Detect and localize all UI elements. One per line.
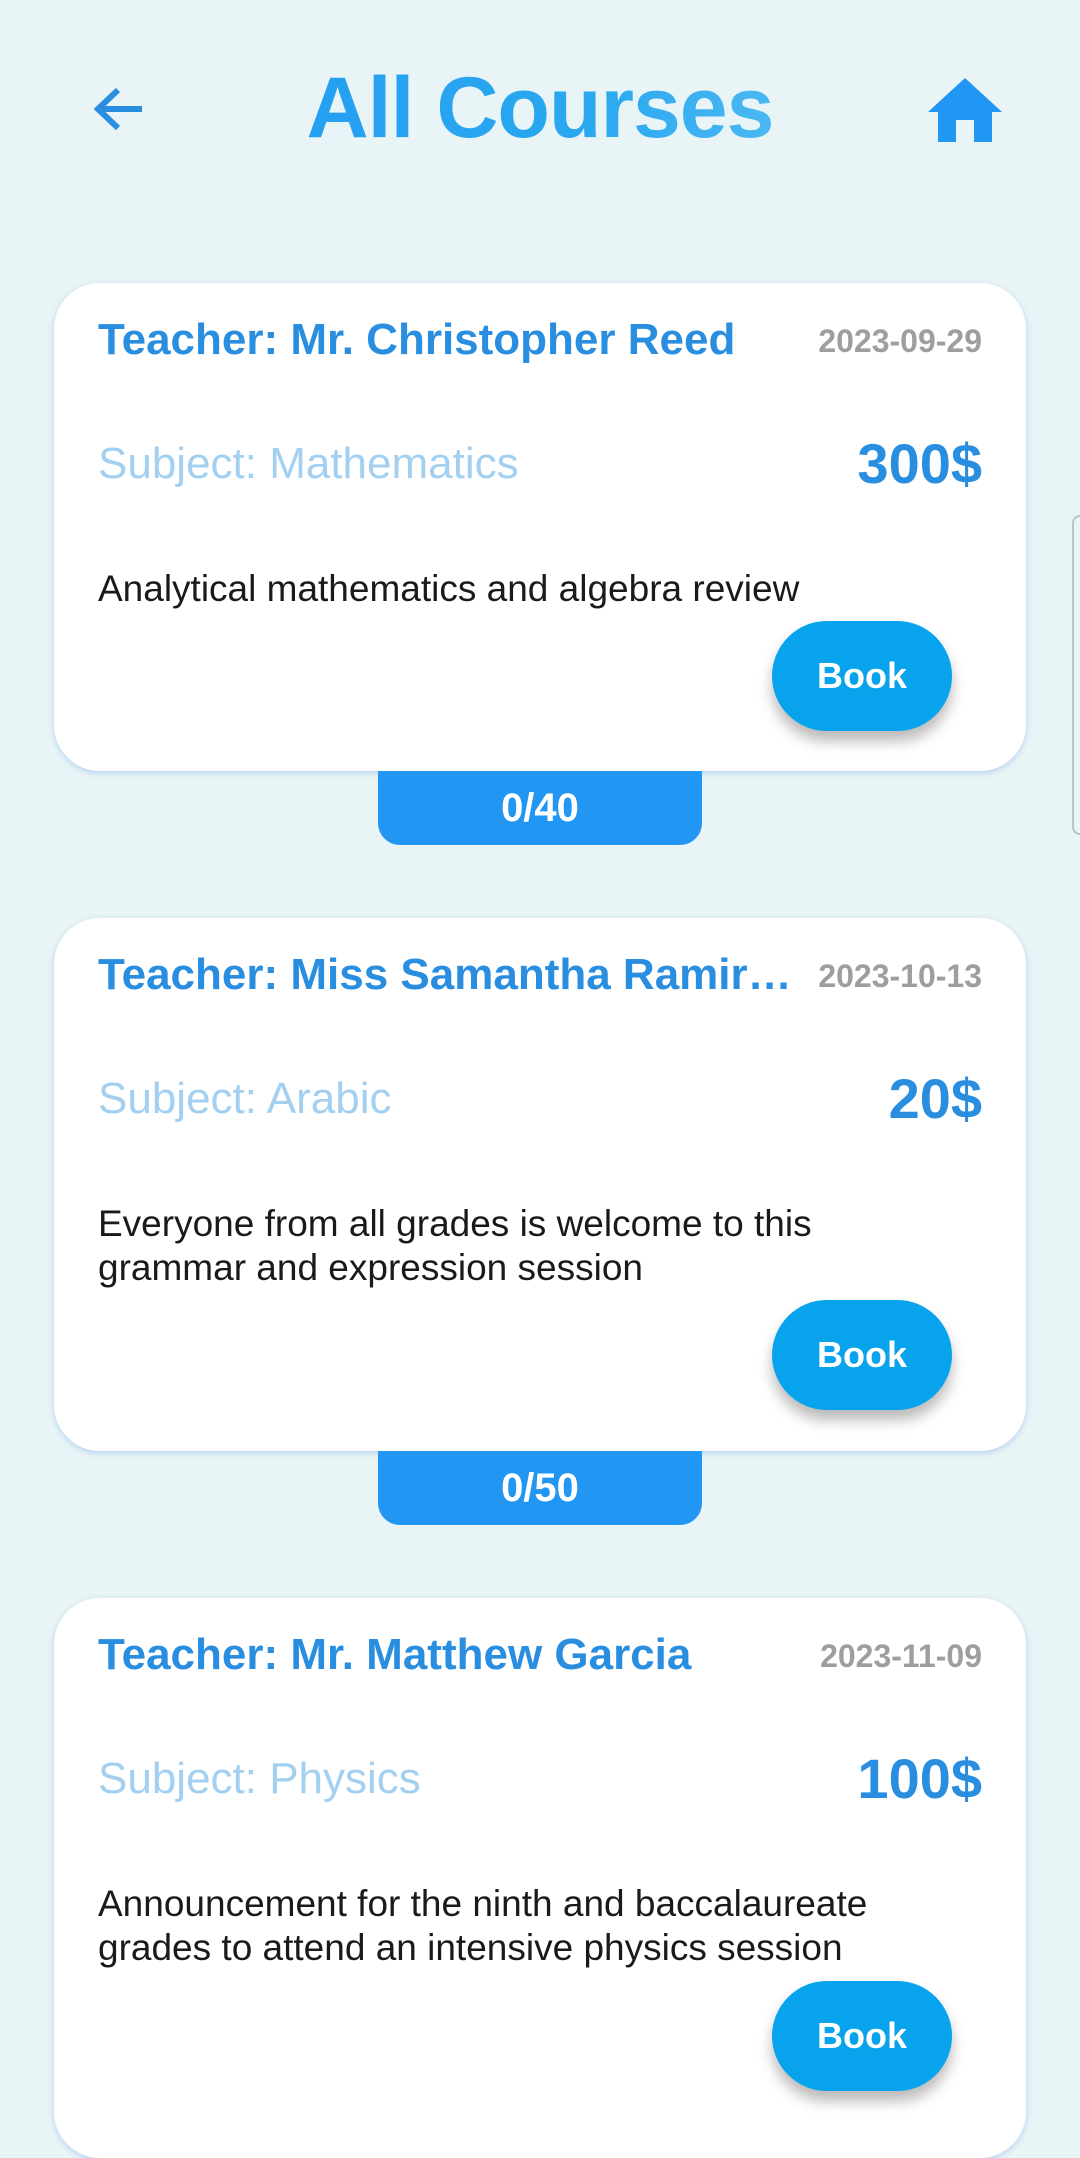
course-card: Teacher: Miss Samantha Ramir… 2023-10-13…	[54, 918, 1026, 1451]
course-card: Teacher: Mr. Christopher Reed 2023-09-29…	[54, 283, 1026, 771]
course-price: 100$	[857, 1747, 982, 1810]
book-button[interactable]: Book	[772, 1981, 952, 2091]
course-description: Everyone from all grades is welcome to t…	[98, 1203, 812, 1288]
book-button[interactable]: Book	[772, 1300, 952, 1410]
course-price: 300$	[857, 432, 982, 495]
course-subject: Subject: Arabic	[98, 1074, 392, 1123]
course-item: Teacher: Mr. Christopher Reed 2023-09-29…	[54, 283, 1026, 845]
course-date: 2023-10-13	[818, 958, 982, 994]
course-date: 2023-09-29	[818, 323, 982, 359]
teacher-name: Teacher: Mr. Matthew Garcia	[98, 1630, 692, 1679]
course-subject: Subject: Physics	[98, 1754, 421, 1803]
course-price: 20$	[888, 1067, 982, 1130]
book-button[interactable]: Book	[772, 621, 952, 731]
teacher-name: Teacher: Miss Samantha Ramir…	[98, 950, 792, 999]
scroll-indicator[interactable]	[1072, 515, 1080, 835]
teacher-name: Teacher: Mr. Christopher Reed	[98, 315, 736, 364]
course-description: Analytical mathematics and algebra revie…	[98, 568, 800, 609]
course-item: Teacher: Miss Samantha Ramir… 2023-10-13…	[54, 918, 1026, 1525]
course-subject: Subject: Mathematics	[98, 439, 519, 488]
capacity-badge: 0/40	[378, 771, 702, 845]
course-item: Teacher: Mr. Matthew Garcia 2023-11-09 S…	[54, 1598, 1026, 2158]
page-title: All Courses	[0, 58, 1080, 158]
app-header: All Courses	[0, 0, 1080, 220]
course-card: Teacher: Mr. Matthew Garcia 2023-11-09 S…	[54, 1598, 1026, 2158]
home-button[interactable]	[925, 72, 1005, 148]
course-date: 2023-11-09	[820, 1638, 982, 1674]
course-description: Announcement for the ninth and baccalaur…	[98, 1883, 868, 1968]
capacity-badge: 0/50	[378, 1451, 702, 1525]
home-icon	[928, 78, 1002, 142]
